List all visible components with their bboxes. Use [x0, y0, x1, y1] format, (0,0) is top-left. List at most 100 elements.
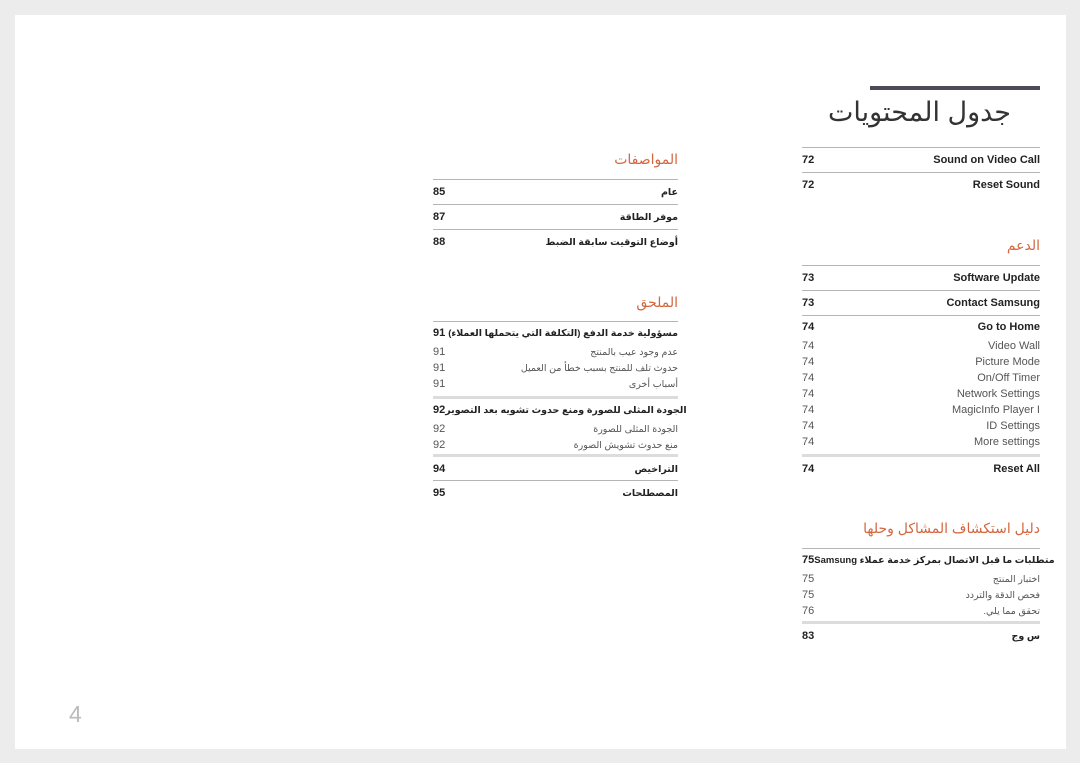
toc-page-number: 72: [802, 179, 815, 191]
toc-page-number: 91: [433, 378, 446, 390]
toc-page-number: 94: [433, 463, 446, 475]
toc-subentry[interactable]: 74 Picture Mode: [802, 354, 1040, 370]
toc-entry-label: موفر الطاقة: [619, 211, 678, 223]
toc-entry[interactable]: 72 Sound on Video Call: [802, 148, 1040, 172]
toc-group-service-charge: 91 مسؤولية خدمة الدفع (التكلفة التي يتحم…: [433, 321, 678, 392]
toc-page-number: 74: [802, 356, 815, 368]
page-number: 4: [69, 701, 82, 727]
toc-group-general: 85 عام: [433, 179, 678, 204]
toc-subentry-label: On/Off Timer: [977, 372, 1040, 384]
toc-entry[interactable]: 75 متطلبات ما قبل الاتصال بمركز خدمة عمل…: [802, 549, 1055, 571]
toc-entry-label: متطلبات ما قبل الاتصال بمركز خدمة عملاء …: [814, 554, 1055, 566]
toc-subentry[interactable]: 74 ID Settings: [802, 418, 1040, 434]
page: جدول المحتويات 4 72 Sound on Video Call …: [15, 15, 1066, 749]
toc-page-number: 91: [433, 362, 446, 374]
toc-subentry[interactable]: 76 تحقق مما يلي.: [802, 603, 1040, 619]
toc-page-number: 92: [433, 439, 446, 451]
toc-column-right: 72 Sound on Video Call 72 Reset Sound ال…: [802, 15, 1055, 749]
toc-subentry[interactable]: 91 عدم وجود عيب بالمنتج: [433, 344, 678, 360]
toc-page-number: 92: [433, 404, 446, 416]
toc-group-reset-all: 74 Reset All: [802, 454, 1040, 481]
toc-subentry[interactable]: 74 Video Wall: [802, 338, 1040, 354]
toc-page-number: 74: [802, 388, 815, 400]
toc-page-number: 83: [802, 630, 815, 642]
toc-entry[interactable]: 72 Reset Sound: [802, 173, 1040, 197]
toc-entry[interactable]: 85 عام: [433, 180, 678, 204]
toc-entry-label: المصطلحات: [622, 487, 678, 499]
toc-group-licenses: 94 التراخيص: [433, 454, 678, 481]
toc-page-number: 76: [802, 605, 815, 617]
section-heading-specifications: المواصفات: [614, 151, 678, 167]
toc-entry-label: أوضاع التوقيت سابقة الضبط: [545, 236, 678, 248]
toc-entry-label: Contact Samsung: [946, 297, 1040, 309]
toc-entry-label: س وج: [1011, 630, 1041, 642]
toc-entry-label: مسؤولية خدمة الدفع (التكلفة التي يتحملها…: [448, 327, 678, 339]
toc-entry[interactable]: 91 مسؤولية خدمة الدفع (التكلفة التي يتحم…: [433, 322, 678, 344]
toc-entry[interactable]: 95 المصطلحات: [433, 481, 678, 505]
toc-group-before-contacting: 75 متطلبات ما قبل الاتصال بمركز خدمة عمل…: [802, 548, 1055, 619]
toc-subentry-label: More settings: [973, 436, 1040, 448]
toc-group-power-saver: 87 موفر الطاقة: [433, 204, 678, 229]
toc-page-number: 85: [433, 186, 446, 198]
toc-group-contact-samsung: 73 Contact Samsung: [802, 290, 1040, 315]
toc-subentry-label: MagicInfo Player I: [951, 404, 1040, 416]
toc-page-number: 74: [802, 340, 815, 352]
toc-entry-label: Go to Home: [977, 321, 1040, 333]
toc-entry[interactable]: 94 التراخيص: [433, 457, 678, 481]
toc-subentry[interactable]: 75 اختبار المنتج: [802, 571, 1040, 587]
toc-subentry[interactable]: 74 MagicInfo Player I: [802, 402, 1040, 418]
toc-subentry-label: أسباب أخرى: [628, 378, 678, 390]
toc-entry[interactable]: 88 أوضاع التوقيت سابقة الضبط: [433, 230, 678, 254]
toc-page-number: 72: [802, 154, 815, 166]
toc-subentry[interactable]: 74 On/Off Timer: [802, 370, 1040, 386]
toc-page-number: 74: [802, 463, 815, 475]
section-heading-support: الدعم: [1006, 237, 1040, 253]
toc-subentry-label: ID Settings: [986, 420, 1040, 432]
toc-subentry[interactable]: 92 الجودة المثلى للصورة: [433, 421, 678, 437]
toc-subentry-label: Video Wall: [988, 340, 1040, 352]
toc-page-number: 73: [802, 297, 815, 309]
toc-page-number: 95: [433, 487, 446, 499]
toc-page-number: 75: [802, 573, 815, 585]
toc-entry[interactable]: 92 الجودة المثلى للصورة ومنع حدوث تشويه …: [433, 399, 687, 421]
toc-group-preset-timing: 88 أوضاع التوقيت سابقة الضبط: [433, 229, 678, 254]
toc-entry-label: Sound on Video Call: [933, 154, 1040, 166]
toc-subentry-label: فحص الدقة والتردد: [965, 589, 1040, 601]
toc-group-go-to-home: 74 Go to Home 74 Video Wall 74 Picture M…: [802, 315, 1040, 450]
toc-subentry[interactable]: 74 More settings: [802, 434, 1040, 450]
toc-page-number: 74: [802, 420, 815, 432]
toc-group-faq: 83 س وج: [802, 621, 1040, 648]
toc-column-middle: المواصفات 85 عام 87 موفر الطاقة 88 أوضاع…: [433, 15, 687, 749]
toc-subentry-label: Picture Mode: [975, 356, 1040, 368]
toc-subentry-label: عدم وجود عيب بالمنتج: [590, 346, 678, 358]
toc-group-sound: 72 Sound on Video Call: [802, 147, 1040, 172]
toc-group-software-update: 73 Software Update: [802, 265, 1040, 290]
toc-entry[interactable]: 73 Contact Samsung: [802, 291, 1040, 315]
toc-entry[interactable]: 73 Software Update: [802, 266, 1040, 290]
toc-page-number: 74: [802, 404, 815, 416]
toc-entry-label: عام: [660, 186, 678, 198]
toc-entry-label: Reset Sound: [972, 179, 1040, 191]
toc-entry-label: Reset All: [993, 463, 1040, 475]
toc-subentry[interactable]: 75 فحص الدقة والتردد: [802, 587, 1040, 603]
toc-entry[interactable]: 87 موفر الطاقة: [433, 205, 678, 229]
toc-subentry-label: اختبار المنتج: [992, 573, 1040, 585]
toc-page-number: 74: [802, 321, 815, 333]
toc-entry-label: الجودة المثلى للصورة ومنع حدوث تشويه بعد…: [445, 404, 687, 416]
toc-page-number: 92: [433, 423, 446, 435]
toc-subentry[interactable]: 91 حدوث تلف للمنتج بسبب خطأ من العميل: [433, 360, 678, 376]
toc-group-picture-quality: 92 الجودة المثلى للصورة ومنع حدوث تشويه …: [433, 396, 687, 453]
toc-subentry[interactable]: 74 Network Settings: [802, 386, 1040, 402]
toc-entry-label: التراخيص: [634, 463, 678, 475]
toc-entry[interactable]: 83 س وج: [802, 624, 1040, 648]
toc-page-number: 73: [802, 272, 815, 284]
toc-entry[interactable]: 74 Reset All: [802, 457, 1040, 481]
toc-group-reset-sound: 72 Reset Sound: [802, 172, 1040, 197]
toc-page-number: 74: [802, 372, 815, 384]
toc-page-number: 91: [433, 327, 446, 339]
toc-entry[interactable]: 74 Go to Home: [802, 316, 1040, 338]
toc-subentry[interactable]: 92 منع حدوث تشويش الصورة: [433, 437, 678, 453]
section-heading-troubleshooting: دليل استكشاف المشاكل وحلها: [863, 520, 1040, 536]
toc-subentry[interactable]: 91 أسباب أخرى: [433, 376, 678, 392]
toc-group-terminology: 95 المصطلحات: [433, 480, 678, 505]
